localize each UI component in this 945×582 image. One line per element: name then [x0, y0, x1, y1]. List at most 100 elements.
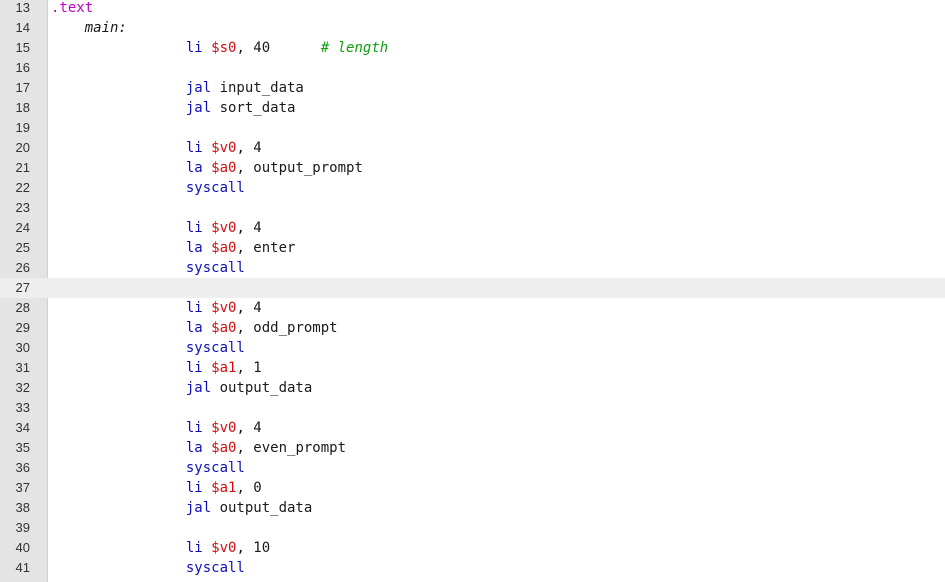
- code-line-25[interactable]: 25 la $a0, enter: [0, 238, 945, 258]
- token-mnemonic: jal: [51, 80, 220, 96]
- token-mnemonic: jal: [51, 380, 220, 396]
- code-text: jal input_data: [51, 78, 304, 98]
- token-plain: , 4: [236, 300, 262, 316]
- token-mnemonic: jal: [51, 500, 220, 516]
- code-text: la $a0, even_prompt: [51, 438, 346, 458]
- token-register: $a0: [211, 160, 237, 176]
- code-line-36[interactable]: 36 syscall: [0, 458, 945, 478]
- token-plain: output_data: [219, 500, 313, 516]
- code-text: li $s0, 40 # length: [51, 38, 388, 58]
- code-line-28[interactable]: 28 li $v0, 4: [0, 298, 945, 318]
- code-line-34[interactable]: 34 li $v0, 4: [0, 418, 945, 438]
- code-line-35[interactable]: 35 la $a0, even_prompt: [0, 438, 945, 458]
- token-register: $v0: [211, 140, 237, 156]
- token-plain: , 4: [236, 140, 262, 156]
- token-register: $a0: [211, 320, 237, 336]
- code-text: jal output_data: [51, 378, 312, 398]
- code-line-20[interactable]: 20 li $v0, 4: [0, 138, 945, 158]
- token-plain: , 40: [236, 40, 321, 56]
- line-number: 34: [15, 420, 30, 435]
- token-register: $a0: [211, 240, 237, 256]
- code-text: la $a0, output_prompt: [51, 158, 363, 178]
- code-line-33[interactable]: 33: [0, 398, 945, 418]
- code-line-26[interactable]: 26 syscall: [0, 258, 945, 278]
- token-register: $s0: [211, 40, 237, 56]
- token-directive: .text: [51, 0, 94, 16]
- code-text: li $v0, 10: [51, 538, 270, 558]
- code-text: li $v0, 4: [51, 218, 262, 238]
- code-line-16[interactable]: 16: [0, 58, 945, 78]
- token-register: $v0: [211, 220, 237, 236]
- code-line-24[interactable]: 24 li $v0, 4: [0, 218, 945, 238]
- line-number: 39: [15, 520, 30, 535]
- code-line-40[interactable]: 40 li $v0, 10: [0, 538, 945, 558]
- line-number: 41: [15, 560, 30, 575]
- token-mnemonic: syscall: [51, 180, 245, 196]
- line-number: 18: [15, 100, 30, 115]
- token-comment: # length: [320, 40, 389, 56]
- code-text: li $v0, 4: [51, 138, 262, 158]
- line-number: 33: [15, 400, 30, 415]
- line-number: 32: [15, 380, 30, 395]
- code-text: main:: [51, 18, 127, 38]
- code-text: li $a1, 0: [51, 478, 262, 498]
- code-line-15[interactable]: 15 li $s0, 40 # length: [0, 38, 945, 58]
- code-line-32[interactable]: 32 jal output_data: [0, 378, 945, 398]
- token-mnemonic: li: [51, 220, 212, 236]
- line-number: 13: [15, 0, 30, 15]
- line-number: 31: [15, 360, 30, 375]
- code-line-39[interactable]: 39: [0, 518, 945, 538]
- code-line-23[interactable]: 23: [0, 198, 945, 218]
- token-plain: , even_prompt: [236, 440, 347, 456]
- code-line-37[interactable]: 37 li $a1, 0: [0, 478, 945, 498]
- token-mnemonic: jal: [51, 100, 220, 116]
- code-line-22[interactable]: 22 syscall: [0, 178, 945, 198]
- code-line-14[interactable]: 14 main:: [0, 18, 945, 38]
- token-plain: output_data: [219, 380, 313, 396]
- code-text: li $v0, 4: [51, 298, 262, 318]
- code-text: .text: [51, 0, 93, 18]
- token-mnemonic: syscall: [51, 560, 245, 576]
- line-number: 24: [15, 220, 30, 235]
- token-plain: , 4: [236, 220, 262, 236]
- token-mnemonic: la: [51, 440, 212, 456]
- code-text: syscall: [51, 338, 245, 358]
- code-line-31[interactable]: 31 li $a1, 1: [0, 358, 945, 378]
- token-mnemonic: li: [51, 360, 212, 376]
- code-line-30[interactable]: 30 syscall: [0, 338, 945, 358]
- token-plain: , 1: [236, 360, 262, 376]
- line-number: 30: [15, 340, 30, 355]
- code-line-29[interactable]: 29 la $a0, odd_prompt: [0, 318, 945, 338]
- code-line-21[interactable]: 21 la $a0, output_prompt: [0, 158, 945, 178]
- token-register: $v0: [211, 300, 237, 316]
- token-mnemonic: li: [51, 300, 212, 316]
- line-number: 29: [15, 320, 30, 335]
- code-text: syscall: [51, 458, 245, 478]
- token-plain: , odd_prompt: [236, 320, 338, 336]
- code-line-18[interactable]: 18 jal sort_data: [0, 98, 945, 118]
- code-line-13[interactable]: 13 .text: [0, 0, 945, 18]
- token-plain: , output_prompt: [236, 160, 363, 176]
- code-text: syscall: [51, 178, 245, 198]
- token-plain: , 0: [236, 480, 262, 496]
- token-mnemonic: li: [51, 40, 212, 56]
- code-line-27[interactable]: 27: [0, 278, 945, 298]
- code-text: syscall: [51, 558, 245, 578]
- code-line-38[interactable]: 38 jal output_data: [0, 498, 945, 518]
- code-editor[interactable]: 13 .text 14 main: 15 li $s0, 40 # length 16 1…: [0, 0, 945, 582]
- code-line-41[interactable]: 41 syscall: [0, 558, 945, 578]
- line-number: 19: [15, 120, 30, 135]
- line-number: 21: [15, 160, 30, 175]
- code-text: la $a0, enter: [51, 238, 296, 258]
- code-text: la $a0, odd_prompt: [51, 318, 338, 338]
- token-label: main:: [51, 20, 127, 36]
- code-text: jal sort_data: [51, 98, 296, 118]
- line-number: 40: [15, 540, 30, 555]
- code-line-19[interactable]: 19: [0, 118, 945, 138]
- code-line-17[interactable]: 17 jal input_data: [0, 78, 945, 98]
- line-number: 25: [15, 240, 30, 255]
- token-mnemonic: li: [51, 140, 212, 156]
- token-mnemonic: li: [51, 540, 212, 556]
- line-number: 17: [15, 80, 30, 95]
- code-text: jal output_data: [51, 498, 312, 518]
